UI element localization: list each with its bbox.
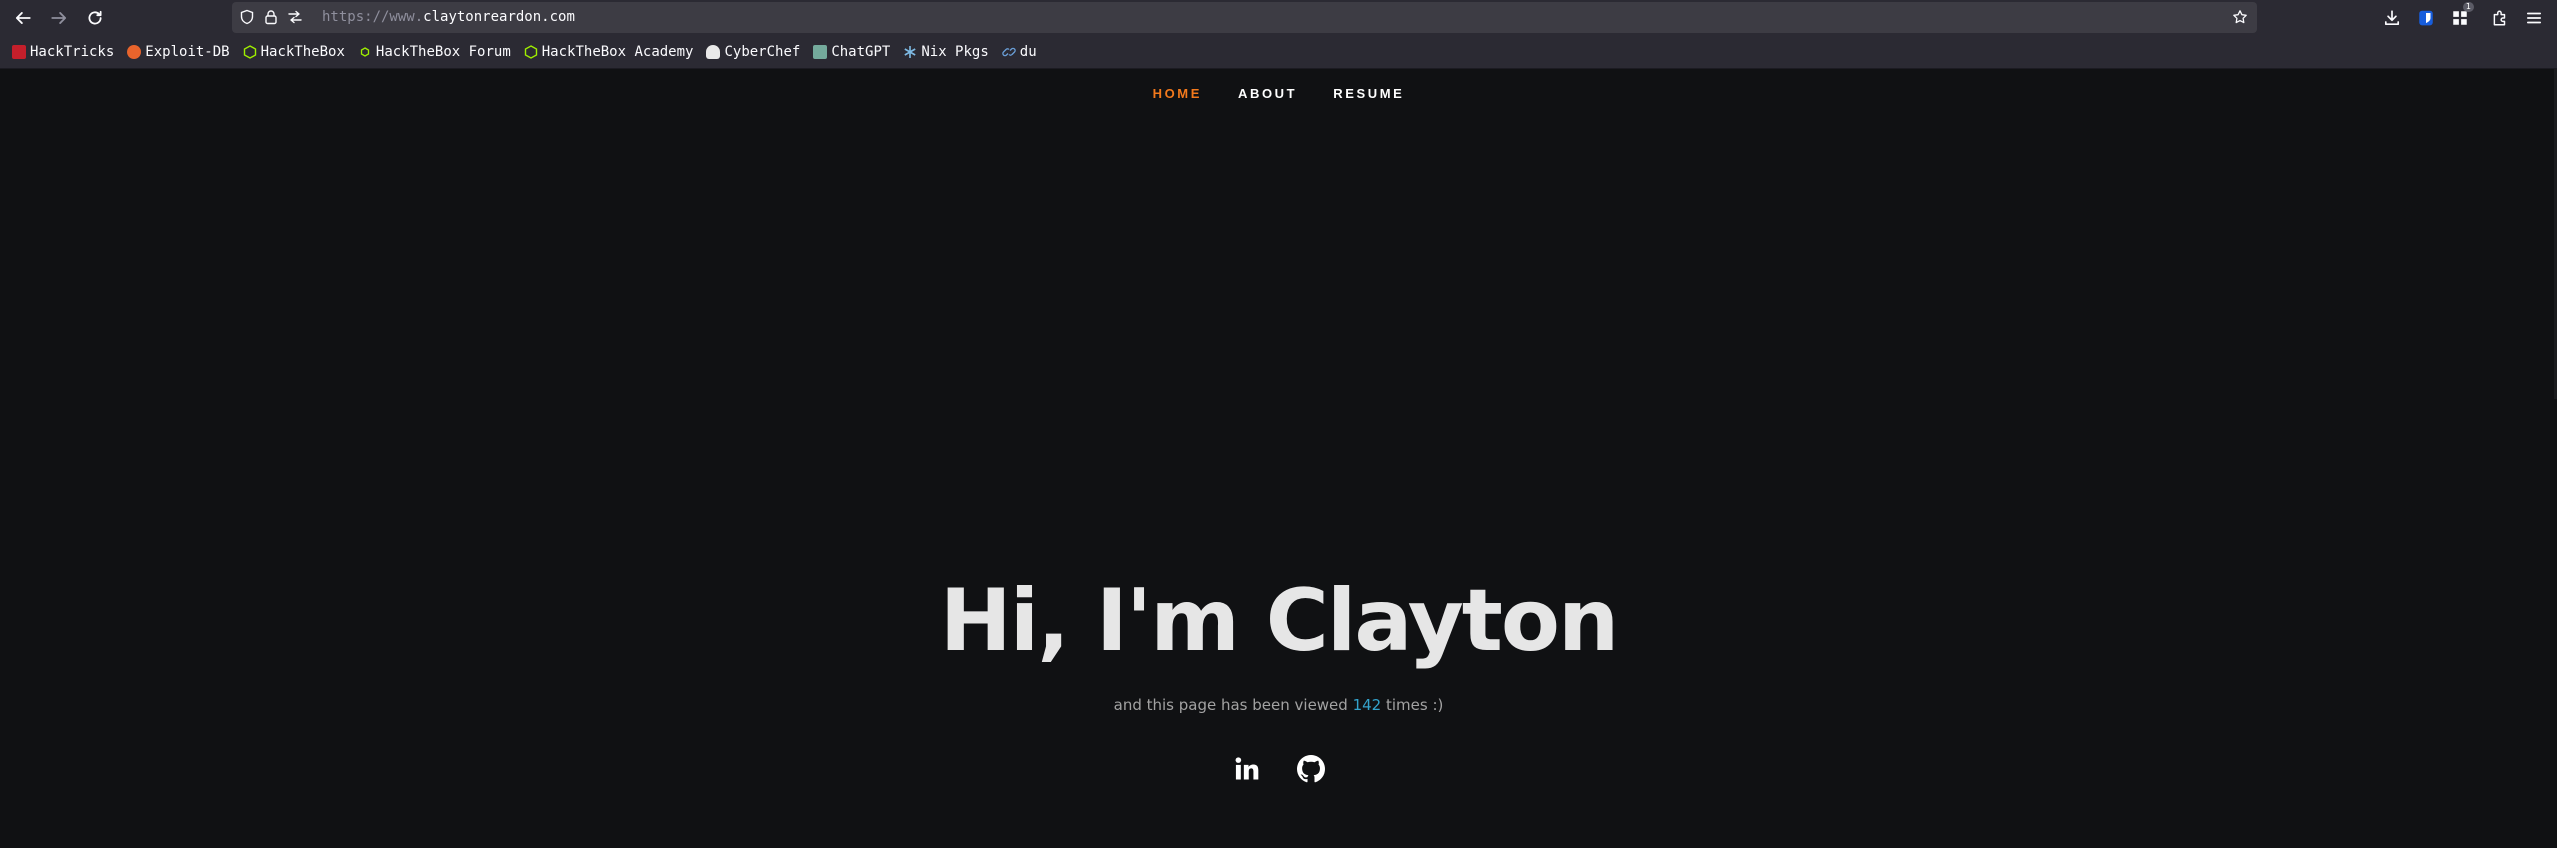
site-nav: HOME ABOUT RESUME: [0, 86, 2557, 101]
bookmark-hackthebox[interactable]: HackTheBox: [243, 40, 345, 64]
nav-home-link[interactable]: HOME: [1153, 86, 1202, 101]
bookmark-chatgpt[interactable]: ChatGPT: [813, 40, 890, 64]
extensions-button[interactable]: [2486, 4, 2514, 32]
cyberchef-favicon-icon: [706, 44, 721, 59]
bookmark-cyberchef[interactable]: CyberChef: [706, 40, 800, 64]
bitwarden-icon: [2419, 10, 2433, 26]
bookmark-label: HackTricks: [30, 43, 115, 60]
nav-about-link[interactable]: ABOUT: [1238, 86, 1297, 101]
view-counter-text: and this page has been viewed 142 times …: [0, 696, 2557, 714]
bookmark-label: Nix Pkgs: [921, 43, 989, 60]
url-prefix: https://www.: [322, 9, 424, 25]
url-bar[interactable]: https://www.claytonreardon.com: [232, 2, 2257, 33]
github-link[interactable]: [1295, 753, 1327, 785]
bookmark-hacktricks[interactable]: HackTricks: [12, 40, 114, 64]
lock-icon[interactable]: [262, 8, 280, 26]
bookmark-du[interactable]: du: [1002, 40, 1037, 64]
nav-resume-link[interactable]: RESUME: [1333, 86, 1404, 101]
url-domain: claytonreardon.com: [423, 9, 575, 25]
bookmark-hackthebox-academy[interactable]: HackTheBox Academy: [524, 40, 694, 64]
forward-button[interactable]: [44, 3, 74, 33]
github-icon: [1296, 755, 1325, 783]
bookmarks-bar: HackTricks Exploit-DB HackTheBox HackThe…: [0, 35, 2557, 69]
back-button[interactable]: [8, 3, 38, 33]
bookmark-hackthebox-forum[interactable]: HackTheBox Forum: [358, 40, 511, 64]
link-icon: [1002, 47, 1016, 56]
hackthebox-favicon-icon: [243, 44, 256, 59]
menu-button[interactable]: [2520, 4, 2548, 32]
bitwarden-button[interactable]: [2412, 4, 2440, 32]
bookmark-label: Exploit-DB: [145, 43, 230, 60]
back-arrow-icon: [15, 12, 31, 24]
extensions-icon: [2493, 10, 2506, 26]
hacktricks-favicon-icon: [12, 44, 26, 59]
extension-badge: 1: [2462, 2, 2474, 12]
chatgpt-favicon-icon: [813, 44, 828, 59]
view-count: 142: [1352, 696, 1382, 714]
view-counter-prefix: and this page has been viewed: [1113, 696, 1353, 714]
star-icon[interactable]: [2231, 8, 2249, 26]
bookmark-label: CyberChef: [724, 43, 801, 60]
downloads-button[interactable]: [2378, 4, 2406, 32]
permissions-icon[interactable]: [286, 8, 304, 26]
bookmark-label: ChatGPT: [831, 43, 891, 60]
page-content: HOME ABOUT RESUME Hi, I'm Clayton and th…: [0, 69, 2557, 848]
bookmark-label: du: [1019, 43, 1037, 60]
download-icon: [2384, 10, 2400, 26]
nix-snowflake-icon: [904, 45, 916, 58]
bookmark-label: HackTheBox: [260, 43, 345, 60]
linkedin-icon: [1235, 757, 1258, 780]
url-text[interactable]: https://www.claytonreardon.com: [322, 9, 575, 25]
exploit-db-favicon-icon: [127, 44, 142, 59]
hackthebox-academy-favicon-icon: [524, 44, 537, 59]
forward-arrow-icon: [51, 12, 67, 24]
bookmark-nix-pkgs[interactable]: Nix Pkgs: [903, 40, 989, 64]
hamburger-menu-icon: [2526, 12, 2542, 24]
linkedin-link[interactable]: [1231, 753, 1263, 785]
social-links: [0, 753, 2557, 785]
extension-button[interactable]: 1: [2446, 2, 2474, 32]
reload-button[interactable]: [80, 3, 110, 33]
reload-icon: [88, 10, 102, 25]
bookmark-label: HackTheBox Academy: [541, 43, 694, 60]
tracking-shield-icon[interactable]: [238, 8, 256, 26]
browser-toolbar: https://www.claytonreardon.com 1: [0, 0, 2557, 35]
bookmark-exploit-db[interactable]: Exploit-DB: [127, 40, 230, 64]
bookmark-label: HackTheBox Forum: [375, 43, 511, 60]
view-counter-suffix: times :): [1381, 696, 1444, 714]
hackthebox-forum-favicon-icon: [360, 46, 370, 57]
hero-title: Hi, I'm Clayton: [939, 571, 1619, 671]
